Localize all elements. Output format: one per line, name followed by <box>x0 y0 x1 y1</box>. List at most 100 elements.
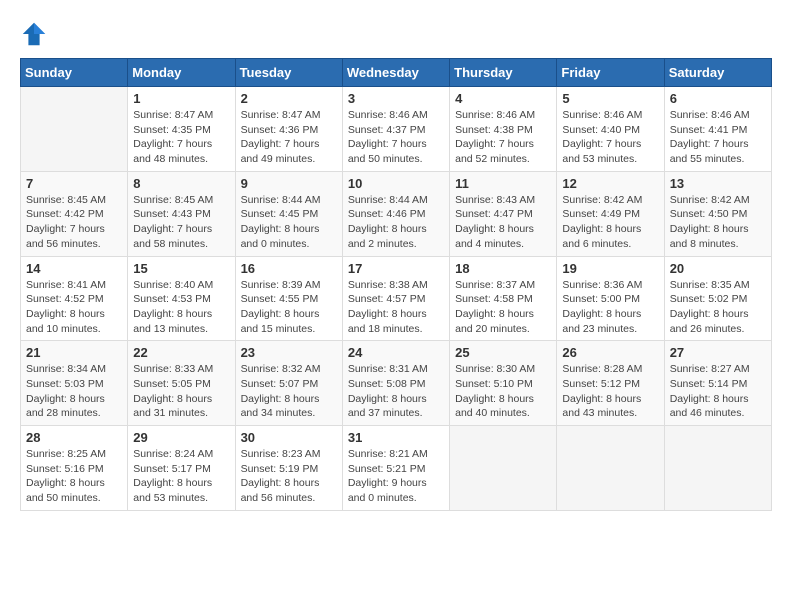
day-info: Sunrise: 8:42 AMSunset: 4:49 PMDaylight:… <box>562 193 658 252</box>
day-number: 8 <box>133 176 229 191</box>
calendar-cell: 18 Sunrise: 8:37 AMSunset: 4:58 PMDayligh… <box>450 256 557 341</box>
calendar-cell: 23 Sunrise: 8:32 AMSunset: 5:07 PMDayligh… <box>235 341 342 426</box>
day-number: 18 <box>455 261 551 276</box>
calendar-cell <box>664 426 771 511</box>
day-number: 10 <box>348 176 444 191</box>
calendar-cell: 30 Sunrise: 8:23 AMSunset: 5:19 PMDayligh… <box>235 426 342 511</box>
day-number: 16 <box>241 261 337 276</box>
calendar-week-2: 14 Sunrise: 8:41 AMSunset: 4:52 PMDayligh… <box>21 256 772 341</box>
day-number: 6 <box>670 91 766 106</box>
calendar-cell: 25 Sunrise: 8:30 AMSunset: 5:10 PMDayligh… <box>450 341 557 426</box>
calendar-cell: 27 Sunrise: 8:27 AMSunset: 5:14 PMDayligh… <box>664 341 771 426</box>
day-number: 19 <box>562 261 658 276</box>
calendar-cell: 19Sunrise: 8:36 AMSunset: 5:00 PMDayligh… <box>557 256 664 341</box>
day-info: Sunrise: 8:23 AMSunset: 5:19 PMDaylight:… <box>241 447 337 506</box>
day-number: 13 <box>670 176 766 191</box>
calendar-cell: 22Sunrise: 8:33 AMSunset: 5:05 PMDayligh… <box>128 341 235 426</box>
calendar-cell: 13 Sunrise: 8:42 AMSunset: 4:50 PMDayligh… <box>664 171 771 256</box>
calendar-cell: 11 Sunrise: 8:43 AMSunset: 4:47 PMDayligh… <box>450 171 557 256</box>
day-number: 5 <box>562 91 658 106</box>
calendar-cell: 16Sunrise: 8:39 AMSunset: 4:55 PMDayligh… <box>235 256 342 341</box>
calendar-header: SundayMondayTuesdayWednesdayThursdayFrid… <box>21 59 772 87</box>
weekday-header-tuesday: Tuesday <box>235 59 342 87</box>
calendar-cell: 1Sunrise: 8:47 AMSunset: 4:35 PMDaylight… <box>128 87 235 172</box>
day-number: 28 <box>26 430 122 445</box>
day-info: Sunrise: 8:40 AMSunset: 4:53 PMDaylight:… <box>133 278 229 337</box>
calendar-cell: 2Sunrise: 8:47 AMSunset: 4:36 PMDaylight… <box>235 87 342 172</box>
weekday-header-wednesday: Wednesday <box>342 59 449 87</box>
logo-icon <box>20 20 48 48</box>
day-info: Sunrise: 8:46 AMSunset: 4:41 PMDaylight:… <box>670 108 766 167</box>
day-info: Sunrise: 8:34 AMSunset: 5:03 PMDaylight:… <box>26 362 122 421</box>
weekday-header-monday: Monday <box>128 59 235 87</box>
calendar-cell <box>21 87 128 172</box>
calendar-week-0: 1Sunrise: 8:47 AMSunset: 4:35 PMDaylight… <box>21 87 772 172</box>
day-info: Sunrise: 8:42 AMSunset: 4:50 PMDaylight:… <box>670 193 766 252</box>
day-info: Sunrise: 8:41 AMSunset: 4:52 PMDaylight:… <box>26 278 122 337</box>
day-number: 14 <box>26 261 122 276</box>
day-number: 22 <box>133 345 229 360</box>
day-info: Sunrise: 8:32 AMSunset: 5:07 PMDaylight:… <box>241 362 337 421</box>
calendar-body: 1Sunrise: 8:47 AMSunset: 4:35 PMDaylight… <box>21 87 772 511</box>
day-number: 25 <box>455 345 551 360</box>
calendar-table: SundayMondayTuesdayWednesdayThursdayFrid… <box>20 58 772 511</box>
day-number: 26 <box>562 345 658 360</box>
day-info: Sunrise: 8:44 AMSunset: 4:46 PMDaylight:… <box>348 193 444 252</box>
day-number: 11 <box>455 176 551 191</box>
calendar-cell: 6 Sunrise: 8:46 AMSunset: 4:41 PMDaylight… <box>664 87 771 172</box>
day-info: Sunrise: 8:28 AMSunset: 5:12 PMDaylight:… <box>562 362 658 421</box>
day-number: 24 <box>348 345 444 360</box>
day-info: Sunrise: 8:46 AMSunset: 4:37 PMDaylight:… <box>348 108 444 167</box>
calendar-cell: 5 Sunrise: 8:46 AMSunset: 4:40 PMDaylight… <box>557 87 664 172</box>
day-number: 31 <box>348 430 444 445</box>
day-number: 20 <box>670 261 766 276</box>
calendar-cell: 20 Sunrise: 8:35 AMSunset: 5:02 PMDayligh… <box>664 256 771 341</box>
weekday-header-sunday: Sunday <box>21 59 128 87</box>
calendar-cell: 24Sunrise: 8:31 AMSunset: 5:08 PMDayligh… <box>342 341 449 426</box>
day-info: Sunrise: 8:38 AMSunset: 4:57 PMDaylight:… <box>348 278 444 337</box>
day-number: 7 <box>26 176 122 191</box>
calendar-week-3: 21 Sunrise: 8:34 AMSunset: 5:03 PMDayligh… <box>21 341 772 426</box>
day-info: Sunrise: 8:45 AMSunset: 4:42 PMDaylight:… <box>26 193 122 252</box>
day-number: 21 <box>26 345 122 360</box>
day-number: 23 <box>241 345 337 360</box>
day-number: 3 <box>348 91 444 106</box>
calendar-cell: 31Sunrise: 8:21 AMSunset: 5:21 PMDayligh… <box>342 426 449 511</box>
calendar-cell: 3 Sunrise: 8:46 AMSunset: 4:37 PMDaylight… <box>342 87 449 172</box>
calendar-cell <box>450 426 557 511</box>
calendar-cell: 29Sunrise: 8:24 AMSunset: 5:17 PMDayligh… <box>128 426 235 511</box>
day-number: 27 <box>670 345 766 360</box>
logo <box>20 20 52 48</box>
weekday-row: SundayMondayTuesdayWednesdayThursdayFrid… <box>21 59 772 87</box>
day-info: Sunrise: 8:44 AMSunset: 4:45 PMDaylight:… <box>241 193 337 252</box>
calendar-cell: 9 Sunrise: 8:44 AMSunset: 4:45 PMDaylight… <box>235 171 342 256</box>
day-info: Sunrise: 8:46 AMSunset: 4:40 PMDaylight:… <box>562 108 658 167</box>
day-info: Sunrise: 8:27 AMSunset: 5:14 PMDaylight:… <box>670 362 766 421</box>
day-number: 29 <box>133 430 229 445</box>
page-header <box>20 20 772 48</box>
day-number: 17 <box>348 261 444 276</box>
weekday-header-friday: Friday <box>557 59 664 87</box>
day-info: Sunrise: 8:37 AMSunset: 4:58 PMDaylight:… <box>455 278 551 337</box>
calendar-cell: 15 Sunrise: 8:40 AMSunset: 4:53 PMDayligh… <box>128 256 235 341</box>
calendar-cell <box>557 426 664 511</box>
day-number: 30 <box>241 430 337 445</box>
day-info: Sunrise: 8:47 AMSunset: 4:35 PMDaylight:… <box>133 108 229 167</box>
day-info: Sunrise: 8:30 AMSunset: 5:10 PMDaylight:… <box>455 362 551 421</box>
day-info: Sunrise: 8:43 AMSunset: 4:47 PMDaylight:… <box>455 193 551 252</box>
calendar-week-1: 7 Sunrise: 8:45 AMSunset: 4:42 PMDaylight… <box>21 171 772 256</box>
calendar-cell: 10 Sunrise: 8:44 AMSunset: 4:46 PMDayligh… <box>342 171 449 256</box>
calendar-cell: 4Sunrise: 8:46 AMSunset: 4:38 PMDaylight… <box>450 87 557 172</box>
day-info: Sunrise: 8:35 AMSunset: 5:02 PMDaylight:… <box>670 278 766 337</box>
day-number: 9 <box>241 176 337 191</box>
calendar-cell: 12Sunrise: 8:42 AMSunset: 4:49 PMDayligh… <box>557 171 664 256</box>
day-info: Sunrise: 8:25 AMSunset: 5:16 PMDaylight:… <box>26 447 122 506</box>
calendar-cell: 28 Sunrise: 8:25 AMSunset: 5:16 PMDayligh… <box>21 426 128 511</box>
calendar-cell: 21 Sunrise: 8:34 AMSunset: 5:03 PMDayligh… <box>21 341 128 426</box>
day-info: Sunrise: 8:46 AMSunset: 4:38 PMDaylight:… <box>455 108 551 167</box>
day-number: 15 <box>133 261 229 276</box>
calendar-cell: 14 Sunrise: 8:41 AMSunset: 4:52 PMDayligh… <box>21 256 128 341</box>
day-info: Sunrise: 8:45 AMSunset: 4:43 PMDaylight:… <box>133 193 229 252</box>
calendar-cell: 26 Sunrise: 8:28 AMSunset: 5:12 PMDayligh… <box>557 341 664 426</box>
calendar-cell: 8 Sunrise: 8:45 AMSunset: 4:43 PMDaylight… <box>128 171 235 256</box>
